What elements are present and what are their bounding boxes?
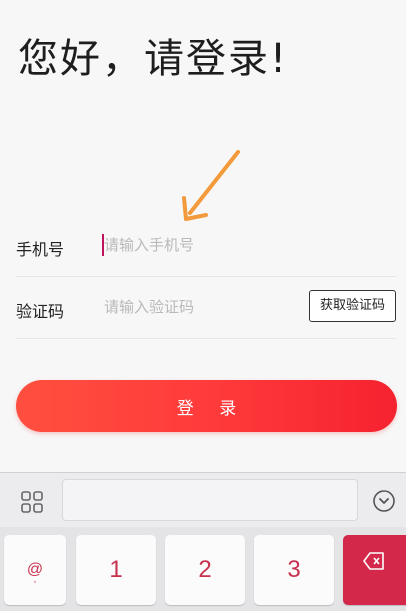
- backspace-button[interactable]: [343, 535, 406, 605]
- code-label: 验证码: [16, 302, 65, 321]
- suggestion-bar: [62, 479, 358, 521]
- key-3[interactable]: 3: [254, 535, 334, 605]
- soft-keyboard: @ · 1 2 3: [0, 472, 406, 611]
- grid-menu-icon[interactable]: [20, 490, 44, 514]
- page-title: 您好，请登录!: [18, 36, 289, 82]
- keyboard-toolbar: [0, 473, 406, 527]
- code-row: 验证码 获取验证码: [16, 278, 396, 339]
- key-1[interactable]: 1: [76, 535, 156, 605]
- key-2[interactable]: 2: [165, 535, 245, 605]
- backspace-icon: [363, 552, 384, 570]
- phone-input[interactable]: [104, 230, 294, 260]
- login-button[interactable]: 登 录: [16, 380, 397, 432]
- phone-row: 手机号: [16, 216, 396, 277]
- get-code-button[interactable]: 获取验证码: [308, 290, 396, 322]
- code-input[interactable]: [104, 292, 294, 322]
- collapse-keyboard-icon[interactable]: [372, 489, 396, 513]
- key-at-sub-label: ·: [33, 574, 37, 588]
- login-screen: 您好，请登录! 手机号 验证码 获取验证码 登 录: [0, 0, 406, 611]
- phone-label: 手机号: [16, 240, 65, 259]
- key-at[interactable]: @ ·: [4, 535, 66, 605]
